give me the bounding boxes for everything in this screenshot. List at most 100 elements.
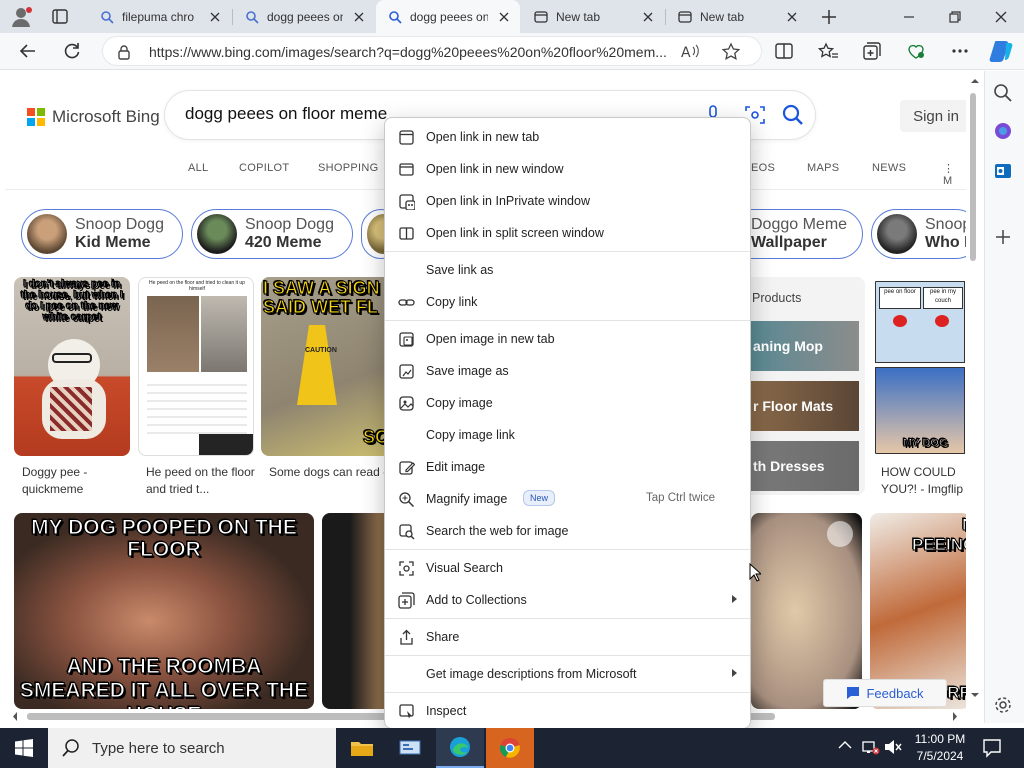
product-item[interactable]: aning Mop [751, 321, 859, 371]
new-tab-plus-icon[interactable] [817, 6, 841, 28]
menu-open-link-new-tab[interactable]: Open link in new tab [385, 122, 750, 152]
nav-news[interactable]: NEWS [872, 162, 906, 174]
image-caption[interactable]: Some dogs can read - [269, 464, 389, 481]
related-search-pill[interactable]: Snoop Dogg 420 Meme [191, 209, 353, 259]
image-result-video[interactable] [322, 513, 392, 709]
close-window-icon[interactable] [986, 6, 1016, 28]
tab-4[interactable]: New tab [666, 0, 808, 33]
vertical-scrollbar[interactable] [966, 71, 984, 711]
chrome-taskbar-icon[interactable] [486, 728, 534, 768]
windows-start-icon[interactable] [0, 728, 48, 768]
pill-thumbnail [877, 214, 917, 254]
taskbar-search[interactable]: Type here to search [48, 728, 336, 768]
menu-edit-image[interactable]: Edit image [385, 452, 750, 482]
image-result-he-peed[interactable]: He peed on the floor and tried to clean … [138, 277, 254, 456]
menu-share[interactable]: Share [385, 622, 750, 652]
menu-open-link-inprivate[interactable]: Open link in InPrivate window [385, 186, 750, 216]
menu-open-link-new-window[interactable]: Open link in new window [385, 154, 750, 184]
network-icon[interactable] [862, 739, 880, 755]
menu-add-to-collections[interactable]: Add to Collections [385, 585, 750, 615]
add-sidebar-item-icon[interactable] [992, 226, 1014, 248]
nav-shopping[interactable]: SHOPPING [318, 162, 378, 174]
profile-avatar[interactable] [8, 5, 34, 29]
feedback-icon [847, 687, 860, 699]
search-icon [100, 10, 114, 24]
nav-videos[interactable]: EOS [751, 162, 775, 174]
volume-muted-icon[interactable] [884, 739, 902, 755]
image-result-roomba-meme[interactable]: MY DOG POOPED ON THE FLOOR AND THE ROOMB… [14, 513, 314, 709]
image-result-wet-floor[interactable]: I SAW A SIGN SAID WET FL CAUTION SO [261, 277, 391, 456]
tab-1[interactable]: dogg peees on [233, 0, 375, 33]
menu-image-descriptions[interactable]: Get image descriptions from Microsoft [385, 659, 750, 689]
close-tab-icon[interactable] [351, 9, 367, 25]
restore-icon[interactable] [940, 6, 970, 28]
collections-icon[interactable] [856, 36, 888, 66]
system-clock[interactable]: 11:00 PM 7/5/2024 [905, 731, 975, 765]
outlook-icon[interactable] [993, 161, 1013, 181]
image-caption[interactable]: HOW COULD YOU?! - Imgflip [881, 464, 966, 498]
close-tab-icon[interactable] [640, 9, 656, 25]
menu-open-image-new-tab[interactable]: Open image in new tab [385, 324, 750, 354]
sign-in-button[interactable]: Sign in [900, 100, 966, 132]
search-query[interactable]: dogg peees on floor meme [185, 104, 387, 124]
tab-3[interactable]: New tab [522, 0, 664, 33]
menu-inspect[interactable]: Inspect [385, 696, 750, 726]
minimize-icon[interactable] [894, 6, 924, 28]
menu-copy-link[interactable]: Copy link [385, 287, 750, 317]
nav-all[interactable]: ALL [188, 162, 208, 174]
address-bar[interactable]: https://www.bing.com/images/search?q=dog… [102, 36, 762, 66]
menu-search-web-image[interactable]: Search the web for image [385, 516, 750, 546]
image-caption[interactable]: Doggy pee - quickmeme [22, 464, 132, 498]
sidebar-settings-icon[interactable] [993, 695, 1013, 715]
read-aloud-icon[interactable]: A [680, 43, 700, 61]
menu-open-link-split-screen[interactable]: Open link in split screen window [385, 218, 750, 248]
discover-icon[interactable] [993, 121, 1013, 141]
more-menu-icon[interactable] [944, 36, 976, 66]
menu-magnify-image[interactable]: Magnify image New Tap Ctrl twice [385, 484, 750, 514]
tab-actions-icon[interactable] [46, 6, 72, 28]
refresh-icon[interactable] [56, 36, 88, 66]
show-hidden-icons-icon[interactable] [838, 740, 852, 750]
file-explorer-icon[interactable] [338, 728, 386, 768]
feedback-button[interactable]: Feedback [823, 679, 947, 707]
tab-2-active[interactable]: dogg peees on [376, 0, 520, 33]
copilot-icon[interactable] [988, 37, 1016, 65]
edge-taskbar-icon[interactable] [436, 728, 484, 768]
clock-time: 11:00 PM [914, 732, 966, 746]
notifications-icon[interactable] [982, 738, 1002, 758]
back-icon[interactable] [12, 36, 44, 66]
close-tab-icon[interactable] [784, 9, 800, 25]
bing-logo[interactable]: Microsoft Bing [27, 107, 160, 127]
product-item[interactable]: r Floor Mats [751, 381, 859, 431]
favorite-star-icon[interactable] [721, 42, 741, 62]
close-tab-icon[interactable] [207, 9, 223, 25]
search-icon[interactable] [782, 104, 804, 126]
visual-search-overlay-icon[interactable] [827, 521, 853, 547]
tab-0[interactable]: filepuma chro [88, 0, 231, 33]
favorites-icon[interactable] [812, 36, 844, 66]
menu-save-link-as[interactable]: Save link as [385, 255, 750, 285]
nav-copilot[interactable]: COPILOT [239, 162, 289, 174]
product-item[interactable]: th Dresses [751, 441, 859, 491]
split-screen-icon[interactable] [768, 36, 800, 66]
menu-copy-image-link[interactable]: Copy image link [385, 420, 750, 450]
image-caption[interactable]: He peed on the floor and tried t... [146, 464, 256, 498]
search-icon[interactable] [993, 83, 1013, 103]
url-text[interactable]: https://www.bing.com/images/search?q=dog… [149, 44, 669, 60]
lock-icon[interactable] [117, 44, 131, 60]
browser-essentials-icon[interactable] [900, 36, 932, 66]
image-result-how-could-you[interactable]: pee on floor pee in my couch MY DOG [873, 279, 966, 456]
related-search-pill[interactable]: Snoop Dogg Kid Meme [21, 209, 183, 259]
menu-visual-search[interactable]: Visual Search [385, 553, 750, 583]
menu-save-image-as[interactable]: Save image as [385, 356, 750, 386]
pill-thumbnail [27, 214, 67, 254]
nav-more[interactable]: ⋮ M [943, 162, 966, 187]
control-panel-icon[interactable] [386, 728, 434, 768]
related-search-pill[interactable]: SnoopWho I [871, 209, 966, 259]
menu-copy-image[interactable]: Copy image [385, 388, 750, 418]
dog-photo-left [147, 296, 199, 372]
image-result-doggy-pee[interactable]: I don't always pee in the house, but whe… [14, 277, 130, 456]
close-tab-icon[interactable] [496, 9, 512, 25]
vertical-scroll-thumb[interactable] [970, 93, 976, 261]
nav-maps[interactable]: MAPS [807, 162, 839, 174]
